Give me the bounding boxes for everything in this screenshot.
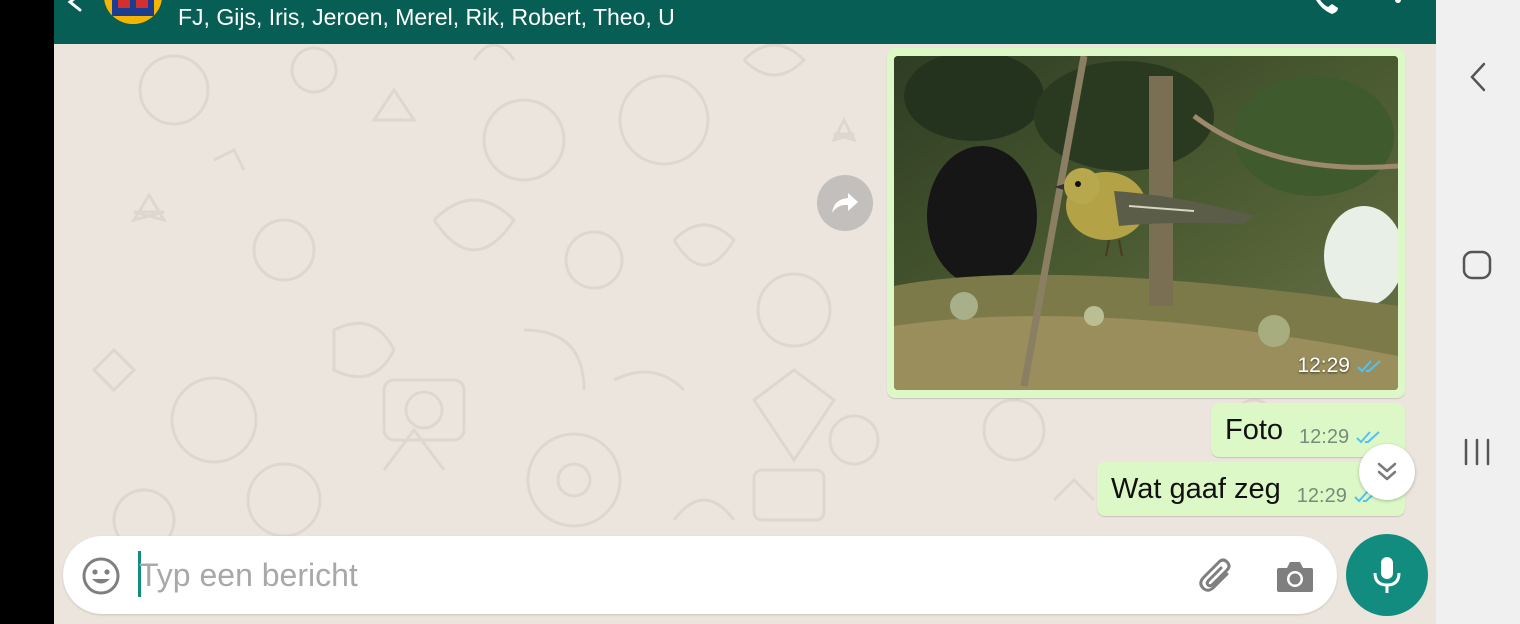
- double-chevron-down-icon: [1377, 462, 1397, 481]
- arrow-left-icon[interactable]: [66, 0, 94, 12]
- image-message-meta: 12:29: [1297, 354, 1384, 378]
- nav-home-icon[interactable]: [1462, 250, 1492, 280]
- message-time: 12:29: [1297, 354, 1350, 377]
- mic-icon: [1373, 557, 1401, 593]
- chat-header: FJ, Gijs, Iris, Jeroen, Merel, Rik, Robe…: [54, 0, 1436, 44]
- emoji-icon[interactable]: [81, 556, 121, 596]
- nav-back-icon[interactable]: [1466, 62, 1490, 92]
- message-text: Foto: [1225, 413, 1284, 446]
- forward-icon: [832, 193, 858, 213]
- chat-screen: FJ, Gijs, Iris, Jeroen, Merel, Rik, Robe…: [54, 0, 1436, 624]
- message-time: 12:29: [1299, 425, 1350, 448]
- forward-button[interactable]: [817, 175, 873, 231]
- bird-photo[interactable]: 12:29: [894, 56, 1398, 390]
- double-check-icon: [1357, 360, 1381, 373]
- image-message[interactable]: 12:29: [887, 48, 1405, 398]
- message-input[interactable]: [139, 548, 1179, 602]
- nav-recents-icon[interactable]: [1462, 438, 1492, 466]
- system-navigation-bar: [1436, 0, 1520, 624]
- paperclip-icon[interactable]: [1197, 556, 1237, 596]
- group-avatar[interactable]: [104, 0, 162, 24]
- message-composer: [63, 536, 1337, 614]
- camera-icon[interactable]: [1275, 558, 1315, 594]
- avatar-image: [104, 0, 162, 24]
- phone-icon[interactable]: [1310, 0, 1340, 14]
- double-check-icon: [1356, 431, 1380, 444]
- message-time: 12:29: [1296, 484, 1347, 507]
- group-members[interactable]: FJ, Gijs, Iris, Jeroen, Merel, Rik, Robe…: [178, 4, 675, 31]
- voice-message-button[interactable]: [1346, 534, 1428, 616]
- scroll-to-bottom-button[interactable]: [1359, 444, 1415, 500]
- more-vert-icon[interactable]: [1394, 0, 1402, 14]
- message-text: Wat gaaf zeg: [1111, 472, 1281, 505]
- photo-image: [894, 56, 1398, 390]
